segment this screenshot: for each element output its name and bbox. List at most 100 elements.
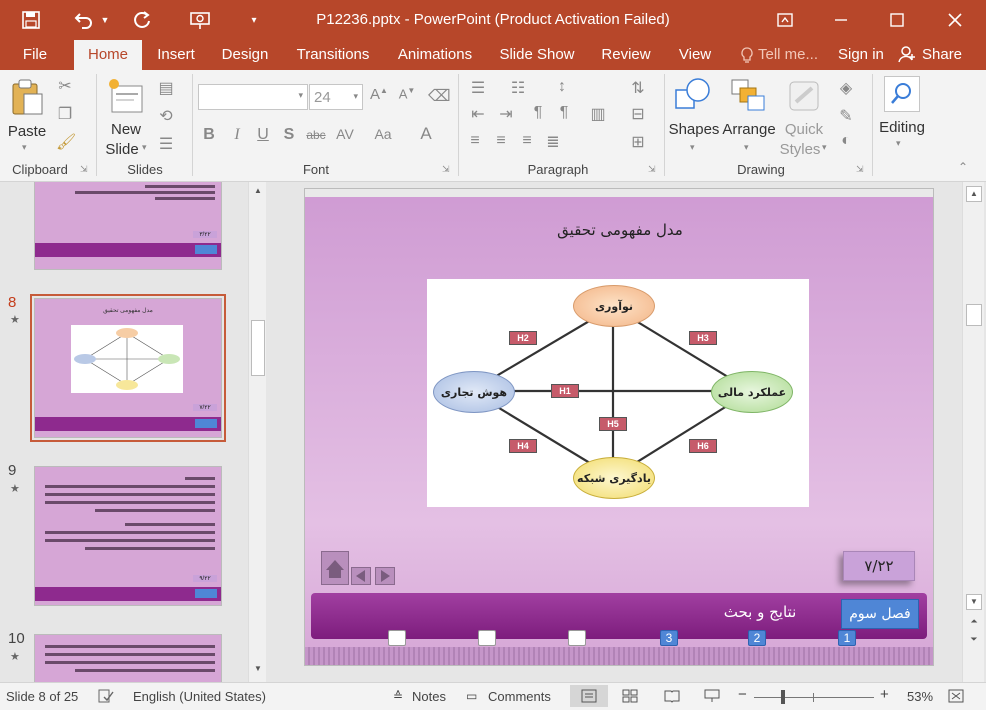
line-spacing-icon[interactable]: ↕	[550, 78, 574, 96]
drawing-launcher-icon[interactable]: ⇲	[856, 164, 864, 175]
bullets-icon[interactable]: ☰	[466, 78, 490, 98]
thumbnail-pane[interactable]: ۳/۲۲ 8 ★ مدل مفهومی تحقیق ۷/۲۲ 9 ★ ۹/۲۲ …	[0, 182, 270, 682]
paragraph-launcher-icon[interactable]: ⇲	[648, 164, 656, 175]
tab-file[interactable]: File	[12, 40, 58, 70]
new-slide-label-1[interactable]: New	[100, 120, 152, 139]
align-text-icon[interactable]: ⊟	[626, 104, 650, 124]
zoom-slider-thumb[interactable]	[781, 690, 785, 704]
home-nav-icon[interactable]	[321, 551, 349, 585]
slide-thumbnail-9[interactable]: ۹/۲۲	[34, 466, 222, 606]
new-slide-dropdown-icon[interactable]: ▾	[142, 142, 147, 153]
scroll-down-icon[interactable]: ▼	[251, 664, 265, 680]
shape-fill-icon[interactable]: ◈	[834, 78, 858, 98]
shadow-button[interactable]: S	[280, 126, 298, 144]
tab-design[interactable]: Design	[214, 40, 276, 70]
nav-box-4[interactable]	[568, 630, 586, 646]
cut-icon[interactable]: ✂	[56, 76, 74, 96]
minimize-icon[interactable]	[826, 6, 856, 34]
tab-insert[interactable]: Insert	[150, 40, 202, 70]
previous-slide-icon[interactable]	[351, 567, 371, 585]
slide-show-icon[interactable]	[704, 689, 722, 706]
sign-in-link[interactable]: Sign in	[838, 46, 884, 63]
shapes-icon[interactable]	[674, 76, 714, 114]
smartart-icon[interactable]: ⊞	[626, 132, 650, 152]
chapter-three-button[interactable]: فصل سوم	[841, 599, 919, 629]
shapes-dropdown-icon[interactable]: ▾	[690, 142, 695, 153]
tab-slide-show[interactable]: Slide Show	[494, 40, 580, 70]
tab-view[interactable]: View	[670, 40, 720, 70]
spell-check-icon[interactable]	[98, 689, 116, 706]
arrange-button[interactable]: Arrange	[720, 120, 778, 139]
quick-styles-label-1[interactable]: Quick	[780, 120, 828, 139]
format-painter-icon[interactable]: 🖌	[56, 132, 76, 152]
italic-button[interactable]: I	[228, 126, 246, 144]
scroll-down-icon[interactable]: ▼	[966, 594, 982, 610]
notes-button[interactable]: Notes	[412, 689, 446, 704]
slide-canvas[interactable]: مدل مفهومی تحقیق نوآوری هوش تجاری عملکرد…	[304, 188, 934, 666]
slide-thumbnail-7[interactable]: ۳/۲۲	[34, 182, 222, 270]
language-status[interactable]: English (United States)	[133, 689, 266, 704]
scroll-up-icon[interactable]: ▲	[966, 186, 982, 202]
font-size-input[interactable]: 24 ▾	[309, 84, 363, 110]
clear-formatting-icon[interactable]: ⌫	[428, 86, 451, 106]
next-slide-icon[interactable]	[375, 567, 395, 585]
thumbnail-scrollbar[interactable]: ▲ ▼	[248, 182, 266, 682]
share-button[interactable]: Share	[922, 46, 962, 63]
comments-button[interactable]: Comments	[488, 689, 551, 704]
scroll-thumb[interactable]	[251, 320, 265, 376]
decrease-indent-icon[interactable]: ⇤	[466, 104, 490, 124]
scroll-up-icon[interactable]: ▲	[251, 186, 265, 202]
character-spacing-button[interactable]: AV	[332, 126, 358, 142]
slide-thumbnail-10[interactable]	[34, 634, 222, 682]
decrease-font-icon[interactable]: A▼	[396, 86, 418, 101]
arrange-icon[interactable]	[730, 76, 770, 114]
rtl-icon[interactable]: ¶	[526, 104, 550, 122]
font-color-button[interactable]: A	[416, 124, 436, 144]
quick-styles-dropdown-icon[interactable]: ▾	[822, 142, 827, 153]
collapse-ribbon-icon[interactable]: ⌃	[958, 160, 968, 174]
editing-dropdown-icon[interactable]: ▾	[896, 138, 901, 149]
ribbon-display-options-icon[interactable]	[770, 6, 800, 34]
align-center-icon[interactable]: ≡	[490, 132, 512, 150]
footer-section-title[interactable]: نتایج و بحث	[685, 603, 835, 621]
nav-box-2[interactable]: 2	[748, 630, 766, 646]
strikethrough-button[interactable]: abc	[304, 128, 328, 142]
close-icon[interactable]	[940, 6, 970, 34]
change-case-button[interactable]: Aa	[370, 126, 396, 142]
text-direction-icon[interactable]: ⇅	[626, 78, 650, 98]
section-icon[interactable]: ☰	[154, 134, 178, 154]
tab-review[interactable]: Review	[594, 40, 658, 70]
font-family-input[interactable]: ▾	[198, 84, 308, 110]
align-left-icon[interactable]: ≡	[464, 132, 486, 150]
zoom-in-button[interactable]: +	[880, 686, 889, 703]
previous-slide-scroll-icon[interactable]: ⏶	[966, 616, 982, 632]
ltr-icon[interactable]: ¶	[552, 104, 576, 122]
underline-button[interactable]: U	[254, 126, 272, 144]
font-size-dropdown-icon[interactable]: ▾	[353, 91, 358, 102]
slide-sorter-icon[interactable]	[622, 689, 640, 706]
tab-home[interactable]: Home	[74, 40, 142, 70]
slide-title[interactable]: مدل مفهومی تحقیق	[305, 221, 933, 239]
zoom-slider-track[interactable]	[754, 697, 874, 698]
zoom-level[interactable]: 53%	[907, 689, 933, 704]
align-right-icon[interactable]: ≡	[516, 132, 538, 150]
scroll-thumb[interactable]	[966, 304, 982, 326]
reading-view-icon[interactable]	[664, 689, 682, 706]
columns-icon[interactable]: ▥	[586, 104, 610, 124]
nav-box-6[interactable]	[388, 630, 406, 646]
paste-button[interactable]: Paste	[4, 122, 50, 141]
fit-to-window-icon[interactable]	[948, 689, 966, 706]
shape-outline-icon[interactable]: ✎	[834, 106, 858, 126]
font-family-dropdown-icon[interactable]: ▾	[298, 90, 303, 101]
slide-scrollbar[interactable]: ▲ ▼ ⏶ ⏷	[962, 182, 984, 682]
normal-view-icon[interactable]	[570, 685, 608, 707]
slide-thumbnail-8[interactable]: مدل مفهومی تحقیق ۷/۲۲	[34, 298, 222, 438]
numbering-icon[interactable]: ☷	[506, 78, 530, 98]
next-slide-scroll-icon[interactable]: ⏷	[966, 634, 982, 650]
nav-box-1[interactable]: 1	[838, 630, 856, 646]
increase-indent-icon[interactable]: ⇥	[494, 104, 518, 124]
reset-icon[interactable]: ⟲	[154, 106, 178, 126]
paste-dropdown-icon[interactable]: ▾	[22, 142, 27, 153]
increase-font-icon[interactable]: A▲	[368, 86, 390, 103]
editing-icon[interactable]	[884, 76, 920, 112]
